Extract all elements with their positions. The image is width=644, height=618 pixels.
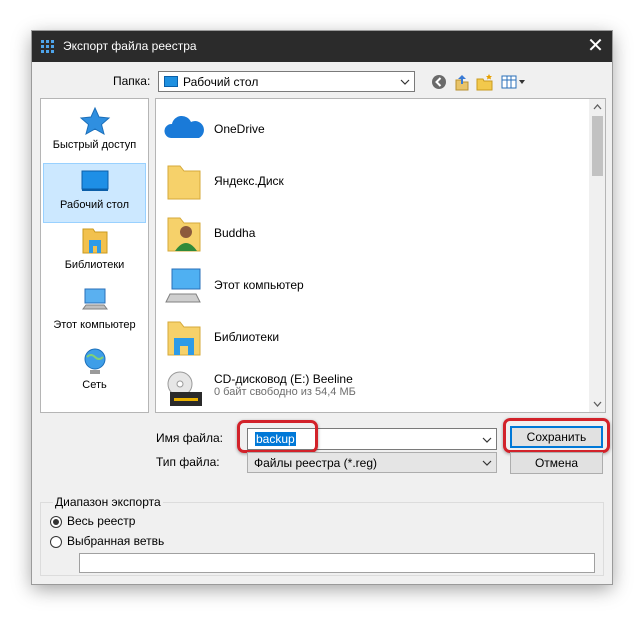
scroll-thumb[interactable] bbox=[592, 116, 603, 176]
place-label: Сеть bbox=[82, 379, 107, 391]
filetype-label: Тип файла: bbox=[156, 455, 220, 469]
radio-all-registry[interactable] bbox=[50, 516, 62, 528]
view-menu-icon[interactable] bbox=[500, 72, 526, 92]
window-title: Экспорт файла реестра bbox=[63, 39, 197, 53]
up-folder-icon[interactable] bbox=[452, 72, 472, 92]
places-bar: Быстрый доступ Рабочий стол Библиотеки Э… bbox=[40, 98, 149, 413]
place-label: Библиотеки bbox=[64, 259, 125, 271]
place-network[interactable]: Сеть bbox=[41, 343, 148, 403]
folder-icon bbox=[167, 165, 201, 200]
radio-selected-branch[interactable] bbox=[50, 536, 62, 548]
chevron-down-icon bbox=[400, 79, 410, 85]
list-item[interactable]: Buddha bbox=[162, 208, 582, 260]
chevron-down-icon bbox=[482, 460, 492, 466]
filetype-value: Файлы реестра (*.reg) bbox=[254, 456, 377, 470]
desktop-small-icon bbox=[164, 76, 178, 87]
folder-label-text: Папка: bbox=[113, 74, 151, 88]
scroll-up-icon[interactable] bbox=[593, 104, 602, 110]
export-registry-dialog: Экспорт файла реестра ✕ Папка: Рабочий с… bbox=[32, 31, 612, 584]
vertical-scrollbar[interactable] bbox=[589, 99, 605, 412]
place-this-pc[interactable]: Этот компьютер bbox=[41, 283, 148, 343]
computer-icon bbox=[165, 268, 201, 303]
libraries-icon bbox=[82, 228, 108, 254]
place-desktop[interactable]: Рабочий стол bbox=[41, 163, 148, 223]
list-item[interactable]: OneDrive bbox=[162, 104, 582, 156]
save-button-highlight bbox=[503, 418, 610, 453]
radio-branch-label[interactable]: Выбранная ветвь bbox=[67, 534, 164, 548]
list-item[interactable]: Яндекс.Диск bbox=[162, 156, 582, 208]
folder-combo-value: Рабочий стол bbox=[183, 75, 259, 89]
export-range-title: Диапазон экспорта bbox=[53, 495, 163, 509]
filename-label: Имя файла: bbox=[156, 431, 223, 445]
computer-icon bbox=[82, 288, 108, 310]
cd-drive-icon bbox=[167, 371, 202, 406]
back-icon[interactable] bbox=[429, 72, 449, 92]
star-icon bbox=[79, 106, 111, 136]
folder-combo[interactable]: Рабочий стол bbox=[158, 71, 415, 92]
network-icon bbox=[84, 348, 106, 374]
onedrive-cloud-icon bbox=[164, 115, 204, 138]
chevron-down-icon bbox=[482, 437, 492, 443]
place-label: Быстрый доступ bbox=[52, 139, 137, 151]
file-name: Библиотеки bbox=[214, 330, 280, 344]
filetype-select[interactable]: Файлы реестра (*.reg) bbox=[247, 452, 497, 473]
scroll-down-icon[interactable] bbox=[593, 401, 602, 407]
file-name: Яндекс.Диск bbox=[214, 174, 284, 188]
desktop-icon bbox=[81, 170, 109, 191]
radio-all-label[interactable]: Весь реестр bbox=[67, 514, 135, 528]
file-list[interactable]: OneDrive Яндекс.Диск Buddha Этот компьют… bbox=[155, 98, 606, 413]
regedit-app-icon bbox=[41, 40, 54, 53]
list-item[interactable]: CD-дисковод (E:) Beeline 0 байт свободно… bbox=[162, 364, 582, 412]
user-folder-icon bbox=[167, 217, 201, 252]
file-name: CD-дисковод (E:) Beeline bbox=[214, 372, 353, 386]
cancel-button[interactable]: Отмена bbox=[510, 452, 603, 474]
drive-detail: 0 байт свободно из 54,4 МБ bbox=[214, 386, 356, 398]
new-folder-icon[interactable] bbox=[475, 72, 495, 92]
title-bar[interactable]: Экспорт файла реестра ✕ bbox=[32, 31, 612, 62]
file-name: OneDrive bbox=[214, 122, 265, 136]
place-libraries[interactable]: Библиотеки bbox=[41, 223, 148, 283]
libraries-folder-icon bbox=[167, 321, 201, 356]
file-name: Этот компьютер bbox=[214, 278, 304, 292]
export-range-group: Диапазон экспорта Весь реестр Выбранная … bbox=[40, 495, 604, 576]
place-label: Рабочий стол bbox=[59, 199, 130, 211]
place-label: Этот компьютер bbox=[53, 319, 136, 331]
place-quick-access[interactable]: Быстрый доступ bbox=[41, 103, 148, 163]
close-button[interactable]: ✕ bbox=[582, 33, 609, 60]
file-name: Buddha bbox=[214, 226, 256, 240]
list-item[interactable]: Библиотеки bbox=[162, 312, 582, 364]
filename-highlight bbox=[237, 420, 318, 453]
branch-path-input[interactable] bbox=[79, 553, 595, 573]
list-item[interactable]: Этот компьютер bbox=[162, 260, 582, 312]
folder-label: Папка: bbox=[113, 74, 150, 88]
